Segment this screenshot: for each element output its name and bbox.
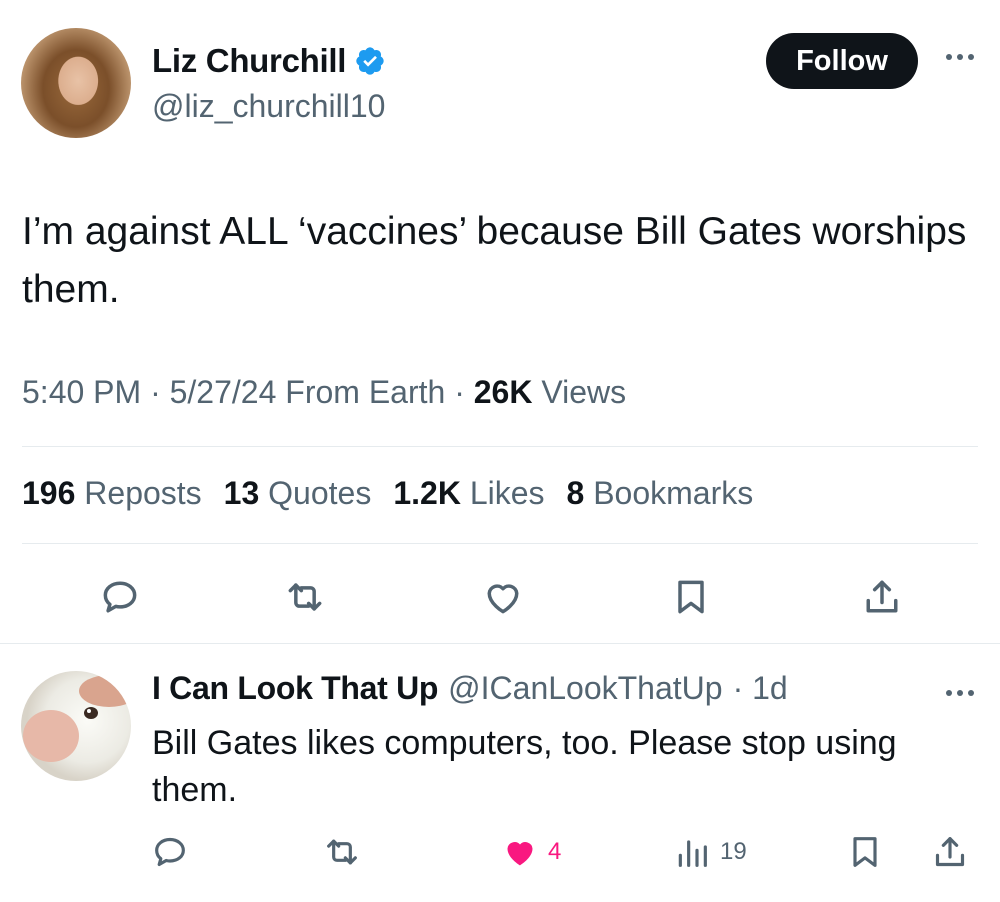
tweet-date[interactable]: 5/27/24 — [170, 374, 277, 411]
views-label: Views — [541, 374, 627, 410]
share-button[interactable] — [857, 572, 907, 622]
analytics-icon — [678, 840, 707, 867]
reply-avatar-image — [23, 675, 131, 762]
bookmark-button[interactable] — [666, 572, 716, 622]
reply-bookmark-button[interactable] — [845, 832, 885, 872]
repost-icon — [327, 839, 357, 865]
tweet-stats: 196 Reposts 13 Quotes 1.2K Likes 8 Bookm… — [22, 475, 753, 512]
reply-icon — [103, 581, 137, 613]
author-handle[interactable]: @liz_churchill10 — [152, 88, 385, 125]
share-icon — [866, 580, 898, 613]
author-name[interactable]: Liz Churchill — [152, 42, 346, 80]
reply-header: I Can Look That Up @ICanLookThatUp · 1d — [152, 670, 788, 707]
share-icon — [935, 837, 965, 867]
reply-icon — [155, 837, 185, 867]
like-button[interactable] — [478, 572, 528, 622]
reply-reply-button[interactable] — [150, 832, 190, 872]
reply-button[interactable] — [95, 572, 145, 622]
bookmark-icon — [678, 580, 704, 614]
stat-reposts[interactable]: 196 Reposts — [22, 475, 202, 512]
reply-share-button[interactable] — [930, 832, 970, 872]
author-avatar[interactable] — [21, 28, 131, 138]
reply-avatar[interactable] — [21, 671, 131, 781]
reply-more-options-icon[interactable] — [935, 678, 985, 708]
reply-author-name[interactable]: I Can Look That Up — [152, 670, 438, 707]
repost-button[interactable] — [280, 572, 330, 622]
verified-badge-icon — [356, 47, 384, 75]
more-options-icon[interactable] — [935, 42, 985, 72]
views-count: 26K — [473, 374, 533, 410]
tweet-text: I’m against ALL ‘vaccines’ because Bill … — [22, 210, 967, 311]
divider — [0, 643, 1000, 644]
heart-filled-icon — [507, 842, 533, 866]
reply-view-count: 19 — [720, 838, 747, 865]
reply-like-count: 4 — [548, 838, 562, 865]
tweet-time[interactable]: 5:40 PM — [22, 374, 141, 411]
tweet-meta: 5:40 PM · 5/27/24 From Earth · 26K Views — [22, 374, 627, 411]
stat-quotes[interactable]: 13 Quotes — [224, 475, 372, 512]
reply-age: · 1d — [732, 670, 788, 706]
reply-like-button[interactable]: 4 — [500, 832, 561, 872]
stat-bookmarks[interactable]: 8 Bookmarks — [567, 475, 754, 512]
reply-text: Bill Gates likes computers, too. Please … — [152, 724, 897, 809]
stat-likes[interactable]: 1.2K Likes — [393, 475, 544, 512]
like-icon — [487, 584, 519, 614]
reply-repost-button[interactable] — [322, 832, 362, 872]
divider — [22, 543, 978, 544]
follow-button[interactable]: Follow — [766, 33, 918, 89]
repost-icon — [288, 583, 322, 611]
reply-views-button[interactable]: 19 — [672, 832, 747, 872]
author-name-row[interactable]: Liz Churchill — [152, 42, 386, 80]
divider — [22, 446, 978, 447]
tweet-source: From Earth — [285, 374, 446, 410]
bookmark-icon — [853, 837, 877, 867]
reply-author-handle[interactable]: @ICanLookThatUp — [448, 670, 722, 707]
